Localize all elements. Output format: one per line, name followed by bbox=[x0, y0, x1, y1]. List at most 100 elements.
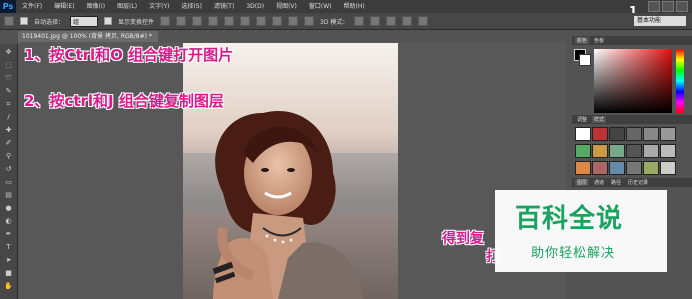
3d-roll-icon[interactable] bbox=[370, 16, 381, 26]
tab-paths[interactable]: 路径 bbox=[609, 179, 623, 186]
history-brush-icon[interactable]: ↺ bbox=[2, 164, 15, 174]
minimize-button[interactable] bbox=[648, 1, 660, 12]
menu-window[interactable]: 窗口(W) bbox=[303, 0, 338, 13]
3d-rotate-icon[interactable] bbox=[354, 16, 365, 26]
instruction-step-1: 1、按Ctrl和O 组合键打开图片 bbox=[24, 46, 234, 64]
watermark-title: 百科全说 bbox=[515, 204, 624, 234]
style-swatch[interactable] bbox=[660, 127, 676, 141]
align-right-icon[interactable] bbox=[240, 16, 251, 26]
align-top-icon[interactable] bbox=[160, 16, 171, 26]
auto-select-label: 自动选择： bbox=[34, 18, 65, 26]
menu-view[interactable]: 视图(V) bbox=[270, 0, 303, 13]
portrait-photo bbox=[183, 43, 398, 299]
auto-select-dropdown[interactable]: 组 bbox=[70, 15, 99, 27]
style-swatch[interactable] bbox=[575, 144, 591, 158]
right-panels: 颜色 色板 调整 样式 图层 通道 路径 历史记录 bbox=[572, 36, 692, 187]
crop-icon[interactable]: ⌗ bbox=[2, 99, 15, 109]
style-swatch[interactable] bbox=[626, 127, 642, 141]
style-swatch[interactable] bbox=[626, 161, 642, 175]
align-middle-icon[interactable] bbox=[176, 16, 187, 26]
tab-layers[interactable]: 图层 bbox=[575, 179, 590, 186]
style-swatch[interactable] bbox=[609, 127, 625, 141]
align-left-icon[interactable] bbox=[208, 16, 219, 26]
tab-channels[interactable]: 通道 bbox=[592, 179, 606, 186]
tab-styles[interactable]: 样式 bbox=[592, 116, 607, 123]
workspace-dropdown[interactable]: 基本功能 bbox=[634, 16, 686, 26]
instruction-step-2: 2、按ctrl和J 组合键复制图层 bbox=[24, 92, 224, 110]
style-swatch[interactable] bbox=[609, 161, 625, 175]
menu-3d[interactable]: 3D(D) bbox=[240, 0, 270, 13]
watermark: 百科全说 助你轻松解决 bbox=[495, 190, 667, 272]
result-text-line1: 得到复 bbox=[442, 231, 484, 247]
styles-grid bbox=[572, 124, 692, 178]
color-spectrum-field[interactable] bbox=[594, 49, 672, 113]
eyedropper-icon[interactable]: / bbox=[2, 112, 15, 122]
lasso-icon[interactable]: ➰ bbox=[2, 73, 15, 83]
distribute-bottom-icon[interactable] bbox=[288, 16, 299, 26]
close-button[interactable] bbox=[676, 1, 688, 12]
style-swatch[interactable] bbox=[643, 127, 659, 141]
3d-mode-label: 3D 模式： bbox=[320, 18, 349, 26]
menu-edit[interactable]: 编辑(E) bbox=[48, 0, 80, 13]
style-swatch[interactable] bbox=[592, 161, 608, 175]
menu-layer[interactable]: 图层(L) bbox=[111, 0, 143, 13]
style-swatch[interactable] bbox=[660, 161, 676, 175]
auto-align-icon[interactable] bbox=[304, 16, 315, 26]
eraser-icon[interactable]: ▭ bbox=[2, 177, 15, 187]
marquee-icon[interactable]: ⬚ bbox=[2, 60, 15, 70]
align-center-icon[interactable] bbox=[224, 16, 235, 26]
document-tab[interactable]: 1019401.jpg @ 100% (背景 拷贝, RGB/8#) * bbox=[18, 31, 158, 42]
menu-bar: Ps 文件(F) 编辑(E) 图像(I) 图层(L) 文字(Y) 选择(S) 滤… bbox=[0, 0, 692, 13]
style-swatch[interactable] bbox=[575, 161, 591, 175]
watermark-subtitle: 助你轻松解决 bbox=[531, 246, 616, 261]
3d-slide-icon[interactable] bbox=[402, 16, 413, 26]
quick-select-icon[interactable]: ✎ bbox=[2, 86, 15, 96]
window-controls bbox=[648, 1, 688, 12]
menu-file[interactable]: 文件(F) bbox=[16, 0, 48, 13]
menu-image[interactable]: 图像(I) bbox=[81, 0, 111, 13]
app-logo: Ps bbox=[0, 0, 16, 13]
path-select-icon[interactable]: ➤ bbox=[2, 255, 15, 265]
style-swatch[interactable] bbox=[609, 144, 625, 158]
style-swatch[interactable] bbox=[643, 161, 659, 175]
brush-icon[interactable]: ✐ bbox=[2, 138, 15, 148]
gradient-icon[interactable]: ▤ bbox=[2, 190, 15, 200]
distribute-middle-icon[interactable] bbox=[272, 16, 283, 26]
tab-color[interactable]: 颜色 bbox=[575, 37, 590, 44]
tab-adjustments[interactable]: 调整 bbox=[575, 116, 589, 123]
options-bar: 自动选择： 组 显示变换控件 3D 模式： 基本功能 bbox=[0, 13, 692, 30]
menu-help[interactable]: 帮助(H) bbox=[338, 0, 371, 13]
shape-icon[interactable]: ■ bbox=[2, 268, 15, 278]
style-swatch[interactable] bbox=[643, 144, 659, 158]
auto-select-checkbox[interactable] bbox=[20, 17, 28, 25]
maximize-button[interactable] bbox=[662, 1, 674, 12]
adjustments-panel-tabs: 调整 样式 bbox=[572, 115, 692, 124]
style-swatch[interactable] bbox=[660, 144, 676, 158]
menu-type[interactable]: 文字(Y) bbox=[143, 0, 175, 13]
3d-scale-icon[interactable] bbox=[418, 16, 429, 26]
tab-swatches[interactable]: 色板 bbox=[592, 37, 606, 44]
style-swatch[interactable] bbox=[575, 127, 591, 141]
menu-select[interactable]: 选择(S) bbox=[175, 0, 208, 13]
tab-history[interactable]: 历史记录 bbox=[626, 179, 650, 186]
pen-icon[interactable]: ✒ bbox=[2, 229, 15, 239]
style-swatch[interactable] bbox=[592, 127, 608, 141]
hue-slider[interactable] bbox=[676, 49, 684, 113]
style-swatch[interactable] bbox=[626, 144, 642, 158]
style-swatch[interactable] bbox=[592, 144, 608, 158]
healing-icon[interactable]: ✚ bbox=[2, 125, 15, 135]
menu-filter[interactable]: 滤镜(T) bbox=[208, 0, 240, 13]
type-icon[interactable]: T bbox=[2, 242, 15, 252]
hand-icon[interactable]: ✋ bbox=[2, 281, 15, 291]
dodge-icon[interactable]: ◐ bbox=[2, 216, 15, 226]
clone-stamp-icon[interactable]: ⚲ bbox=[2, 151, 15, 161]
align-bottom-icon[interactable] bbox=[192, 16, 203, 26]
document-image[interactable] bbox=[183, 43, 398, 299]
show-transform-checkbox[interactable] bbox=[104, 17, 113, 25]
3d-pan-icon[interactable] bbox=[386, 16, 397, 26]
distribute-top-icon[interactable] bbox=[256, 16, 267, 26]
move-icon[interactable]: ✥ bbox=[2, 47, 15, 57]
blur-icon[interactable]: ● bbox=[2, 203, 15, 213]
background-color-swatch[interactable] bbox=[579, 54, 591, 66]
move-tool-preset-icon[interactable] bbox=[4, 16, 14, 26]
